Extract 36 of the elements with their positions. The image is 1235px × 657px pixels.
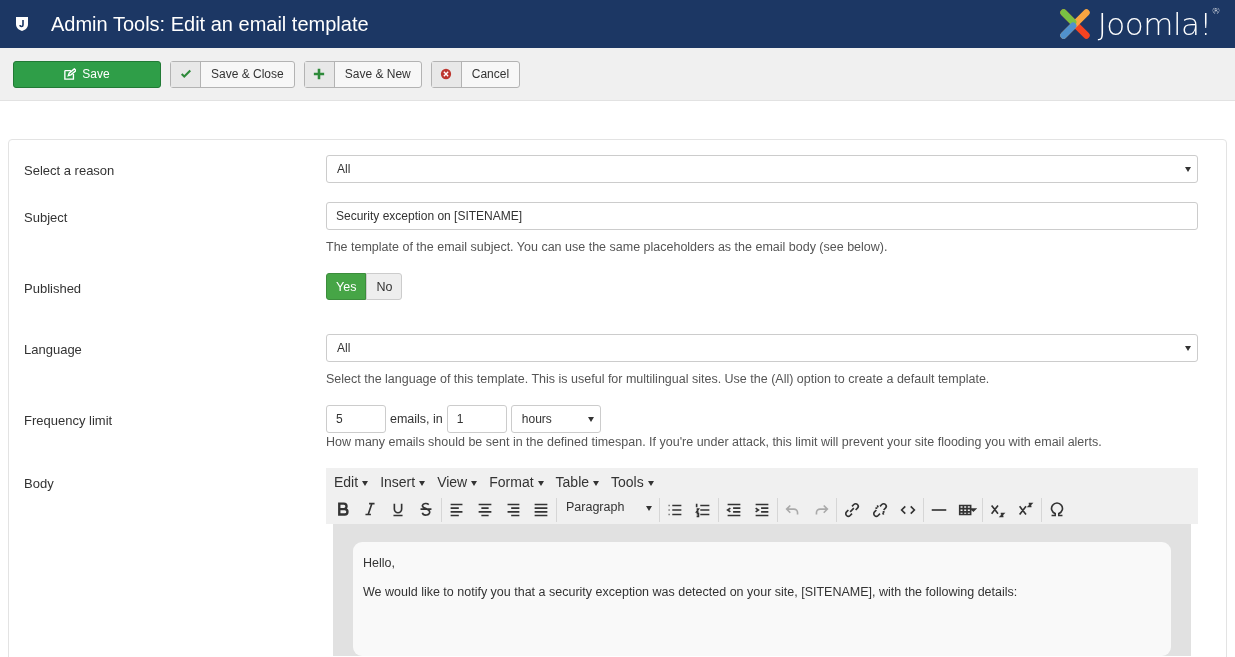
logo-wordmark: Joomla!$^{®}$ <box>1097 6 1220 42</box>
close-icon <box>440 68 453 80</box>
unit-select[interactable]: hours <box>510 405 601 433</box>
help-text: Select the language of this template. This is useful for multilingual sites. Use the (All) option to create a default template. <box>326 372 991 386</box>
help-text: How many emails should be sent in the defined timespan. If you're under attack, this limit will prevent your site flooding you with email alerts. <box>326 435 1103 449</box>
format-dropdown[interactable]: Paragraph <box>558 494 658 520</box>
language-select[interactable]: All <box>326 334 1198 362</box>
editor-menu[interactable]: Insert <box>374 474 432 490</box>
save-close-button[interactable]: Save & Close <box>170 60 295 88</box>
checkmark-icon <box>179 68 192 80</box>
page-title: Admin Tools: Edit an email template <box>51 12 370 36</box>
field-label: Body <box>24 475 55 493</box>
plus-icon <box>313 68 326 80</box>
toggle-option[interactable]: No <box>366 273 403 300</box>
save-new-button[interactable]: Save & New <box>303 60 422 88</box>
body-paragraph: Hello, <box>363 556 396 570</box>
editor-menu[interactable]: View <box>431 474 484 490</box>
editor-menu[interactable]: Edit <box>328 474 375 490</box>
subject-field[interactable]: Security exception on [SITENAME] <box>326 202 1198 230</box>
field-label: Subject <box>24 209 69 227</box>
shield-icon <box>15 16 29 32</box>
inline-label: emails, in <box>390 412 443 426</box>
cancel-button[interactable]: Cancel <box>430 60 521 88</box>
editor-menu[interactable]: Format <box>483 474 550 490</box>
body-paragraph: We would like to notify you that a security exception was detected on your site, [SITENAME], with the following details: <box>363 585 1019 599</box>
amount-field[interactable]: 1 <box>446 405 507 433</box>
field-label: Frequency limit <box>24 412 114 430</box>
field-label: Select a reason <box>24 162 116 180</box>
edit-icon <box>64 68 77 80</box>
reason-select[interactable]: All <box>326 155 1198 183</box>
help-text: The template of the email subject. You can use the same placeholders as the email body (see below). <box>326 240 889 254</box>
editor-menu[interactable]: Tools <box>605 474 660 490</box>
field-label: Language <box>24 341 83 359</box>
editor-menu[interactable]: Table <box>549 474 606 490</box>
count-field[interactable]: 5 <box>326 405 386 433</box>
field-label: Published <box>24 280 83 298</box>
